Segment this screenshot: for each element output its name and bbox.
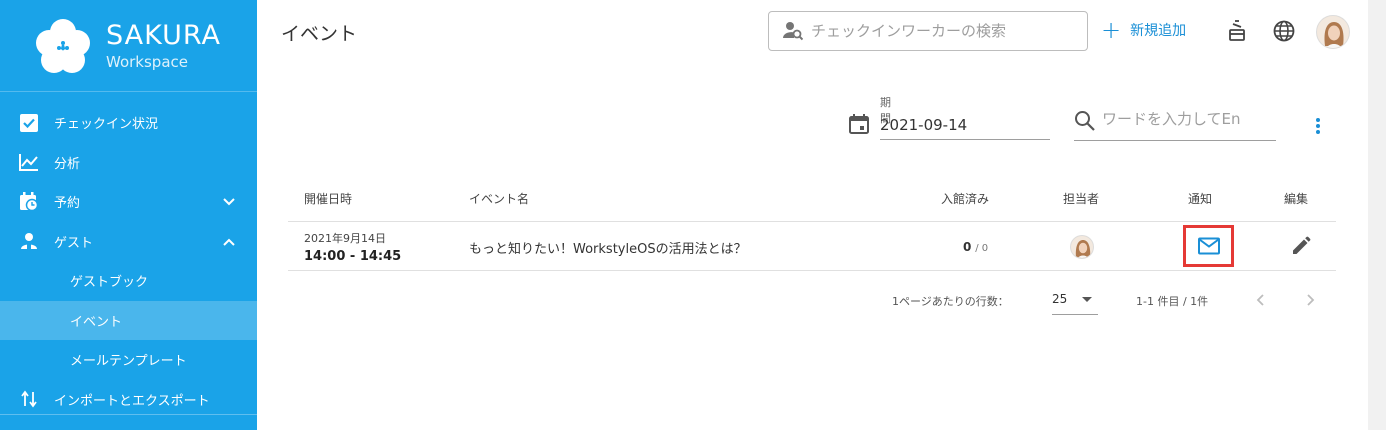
row-checked-in: 0 / 0 bbox=[963, 240, 988, 254]
period-date-field[interactable]: 2021-09-14 bbox=[880, 116, 1050, 140]
checked-in-count: 0 bbox=[963, 240, 972, 254]
add-new-button[interactable]: + 新規追加 bbox=[1101, 16, 1187, 44]
calendar-clock-icon bbox=[19, 191, 39, 212]
col-header-edit: 編集 bbox=[1284, 192, 1309, 206]
person-search-icon bbox=[783, 22, 803, 41]
chevron-down-icon[interactable] bbox=[221, 194, 237, 210]
worker-search-input[interactable] bbox=[811, 22, 1081, 40]
add-new-label: 新規追加 bbox=[1130, 23, 1187, 39]
worker-search-box[interactable] bbox=[768, 11, 1088, 51]
row-time: 14:00 - 14:45 bbox=[304, 249, 402, 264]
sidebar-item-label: ゲスト bbox=[54, 235, 94, 251]
rows-per-page-label: 1ページあたりの行数： bbox=[892, 295, 1009, 308]
mail-icon bbox=[1197, 237, 1220, 255]
col-header-checked-in[interactable]: 入館済み bbox=[941, 190, 989, 207]
scrollbar-thumb[interactable] bbox=[1372, 0, 1382, 430]
sakura-flower-icon bbox=[36, 18, 90, 73]
word-search-input[interactable] bbox=[1102, 110, 1272, 128]
row-event-name[interactable]: もっと知りたい！WorkstyleOSの活用法とは？ bbox=[469, 238, 747, 257]
pencil-icon[interactable] bbox=[1291, 236, 1311, 256]
rows-per-page-select[interactable]: 25 bbox=[1052, 287, 1098, 315]
col-header-event-name[interactable]: イベント名 bbox=[469, 190, 529, 207]
notify-mail-button[interactable] bbox=[1183, 225, 1234, 267]
brand[interactable]: SAKURA Workspace bbox=[0, 0, 257, 92]
sidebar-item-reservation[interactable]: 予約 bbox=[0, 182, 257, 222]
more-vert-icon[interactable] bbox=[1310, 116, 1326, 136]
sidebar-subitem-event[interactable]: イベント bbox=[0, 300, 257, 340]
divider bbox=[288, 270, 1336, 271]
rows-per-page-value: 25 bbox=[1052, 292, 1068, 306]
sidebar-item-guest[interactable]: ゲスト bbox=[0, 222, 257, 262]
sidebar-subitem-guestbook[interactable]: ゲストブック bbox=[0, 261, 257, 301]
guest-icon bbox=[19, 231, 39, 251]
plus-icon: + bbox=[1101, 16, 1122, 44]
sidebar-subitem-mail-template[interactable]: メールテンプレート bbox=[0, 340, 257, 380]
kiosk-icon[interactable] bbox=[1225, 19, 1249, 43]
sidebar-item-analysis[interactable]: 分析 bbox=[0, 143, 257, 183]
checkbox-icon bbox=[19, 113, 39, 133]
import-export-icon bbox=[19, 389, 39, 409]
sidebar-item-label: インポートとエクスポート bbox=[54, 393, 210, 409]
brand-sub: Workspace bbox=[106, 52, 188, 71]
owner-avatar bbox=[1070, 235, 1094, 259]
col-header-notify: 通知 bbox=[1188, 192, 1213, 206]
page-title: イベント bbox=[281, 23, 358, 45]
word-search-box[interactable] bbox=[1074, 110, 1276, 141]
scrollbar[interactable] bbox=[1368, 0, 1386, 430]
page-range: 1-1 件目 / 1件 bbox=[1136, 295, 1209, 308]
sidebar-subitem-label: メールテンプレート bbox=[70, 354, 187, 370]
caret-down-icon bbox=[1082, 297, 1092, 302]
chart-line-icon bbox=[19, 152, 39, 172]
col-header-owner: 担当者 bbox=[1063, 192, 1100, 206]
globe-icon[interactable] bbox=[1272, 19, 1296, 43]
sidebar-item-checkin[interactable]: チェックイン状況 bbox=[0, 103, 257, 143]
sidebar-subitem-label: イベント bbox=[70, 314, 123, 330]
sidebar-item-label: 予約 bbox=[54, 196, 81, 212]
row-date: 2021年9月14日 bbox=[304, 232, 386, 245]
sidebar: SAKURA Workspace チェックイン状況 分析 予約 ゲスト ゲストブ… bbox=[0, 0, 257, 430]
calendar-icon bbox=[849, 114, 869, 134]
col-header-date[interactable]: 開催日時 bbox=[304, 190, 352, 207]
brand-name: SAKURA bbox=[106, 19, 221, 51]
sidebar-subitem-label: ゲストブック bbox=[70, 275, 149, 291]
chevron-up-icon[interactable] bbox=[221, 234, 237, 250]
chevron-right-icon[interactable] bbox=[1300, 290, 1320, 310]
search-icon bbox=[1075, 111, 1095, 131]
chevron-left-icon[interactable] bbox=[1251, 290, 1271, 310]
divider bbox=[0, 414, 257, 415]
sidebar-item-label: チェックイン状況 bbox=[54, 117, 159, 133]
user-avatar[interactable] bbox=[1316, 15, 1350, 49]
app-root: SAKURA Workspace チェックイン状況 分析 予約 ゲスト ゲストブ… bbox=[0, 0, 1386, 430]
sidebar-item-label: 分析 bbox=[54, 156, 81, 172]
sidebar-nav: チェックイン状況 分析 予約 ゲスト ゲストブック イベント メールテンプレート… bbox=[0, 103, 257, 419]
checked-in-total: / 0 bbox=[975, 243, 989, 254]
divider bbox=[288, 221, 1336, 222]
